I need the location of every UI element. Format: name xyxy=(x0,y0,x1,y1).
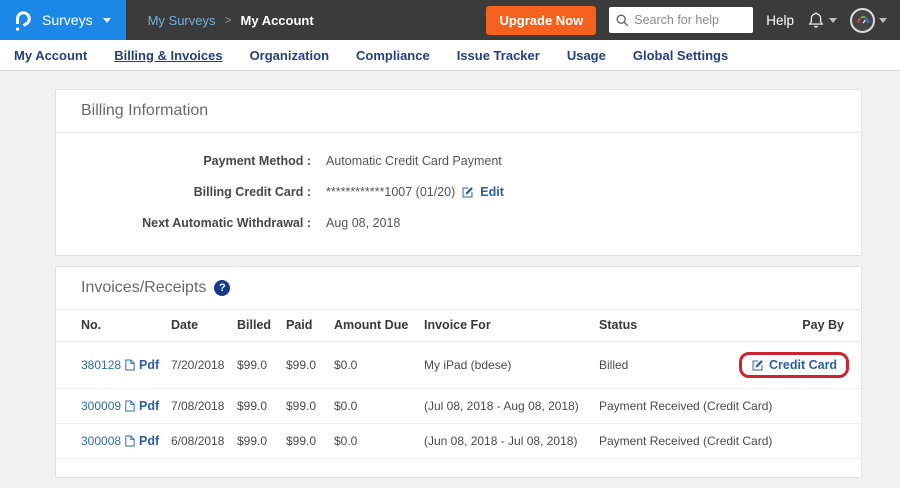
invoice-amount-due: $0.0 xyxy=(334,424,424,459)
col-amount-due: Amount Due xyxy=(334,310,424,342)
help-search[interactable] xyxy=(609,7,753,33)
payment-method-row: Payment Method : Automatic Credit Card P… xyxy=(56,146,861,177)
billing-fields: Payment Method : Automatic Credit Card P… xyxy=(56,133,861,255)
highlight-annotation: Credit Card xyxy=(739,352,849,378)
field-label: Payment Method : xyxy=(56,154,311,168)
tab-usage[interactable]: Usage xyxy=(567,48,606,63)
invoice-billed: $99.0 xyxy=(237,389,286,424)
col-no: No. xyxy=(56,310,171,342)
col-date: Date xyxy=(171,310,237,342)
col-paid: Paid xyxy=(286,310,334,342)
invoice-number-link[interactable]: 300008 xyxy=(81,434,121,448)
product-switcher[interactable]: Surveys xyxy=(0,0,126,40)
invoice-paid: $99.0 xyxy=(286,389,334,424)
tab-billing-invoices[interactable]: Billing & Invoices xyxy=(114,48,222,63)
upgrade-now-button[interactable]: Upgrade Now xyxy=(486,6,596,35)
pdf-link[interactable]: Pdf xyxy=(139,399,159,413)
card-title: Billing Information xyxy=(81,102,208,120)
search-icon xyxy=(616,14,629,27)
table-row: 380128 Pdf 7/20/2018 $99.0 $99 xyxy=(56,342,861,389)
help-question-icon[interactable]: ? xyxy=(214,280,230,296)
pdf-file-icon xyxy=(125,359,135,371)
bell-icon xyxy=(807,11,825,30)
pdf-file-icon xyxy=(125,435,135,447)
invoices-receipts-header: Invoices/Receipts ? xyxy=(56,267,861,310)
col-pay-by: Pay By xyxy=(739,310,861,342)
invoice-amount-due: $0.0 xyxy=(334,389,424,424)
invoices-receipts-card: Invoices/Receipts ? No. Date Billed Paid… xyxy=(55,266,862,478)
invoice-number-link[interactable]: 300009 xyxy=(81,399,121,413)
invoice-status: Billed xyxy=(599,342,739,389)
invoice-amount-due: $0.0 xyxy=(334,342,424,389)
col-invoice-for: Invoice For xyxy=(424,310,599,342)
field-value: ************1007 (01/20) Edit xyxy=(326,185,504,199)
card-bottom-padding xyxy=(56,459,861,477)
topbar-right: Upgrade Now Help xyxy=(486,6,900,35)
tab-my-account[interactable]: My Account xyxy=(14,48,87,63)
card-title: Invoices/Receipts xyxy=(81,279,206,297)
pdf-file-icon xyxy=(125,400,135,412)
invoice-for: (Jun 08, 2018 - Jul 08, 2018) xyxy=(424,424,599,459)
billing-information-card: Billing Information Payment Method : Aut… xyxy=(55,89,862,256)
invoice-pay-by: Credit Card xyxy=(739,342,861,389)
chevron-down-icon xyxy=(829,18,837,23)
search-input[interactable] xyxy=(634,13,746,27)
field-label: Billing Credit Card : xyxy=(56,185,311,199)
card-number-masked: ************1007 (01/20) xyxy=(326,185,455,199)
breadcrumb-current: My Account xyxy=(241,13,314,28)
invoice-billed: $99.0 xyxy=(237,424,286,459)
chevron-down-icon xyxy=(879,18,887,23)
invoice-date: 6/08/2018 xyxy=(171,424,237,459)
product-label: Surveys xyxy=(42,12,93,28)
breadcrumb-my-surveys[interactable]: My Surveys xyxy=(148,13,216,28)
invoices-table: No. Date Billed Paid Amount Due Invoice … xyxy=(56,310,861,459)
questionpro-logo-icon xyxy=(11,8,32,32)
topbar: Surveys My Surveys > My Account Upgrade … xyxy=(0,0,900,40)
tab-global-settings[interactable]: Global Settings xyxy=(633,48,728,63)
invoice-for: (Jul 08, 2018 - Aug 08, 2018) xyxy=(424,389,599,424)
account-menu[interactable] xyxy=(850,8,887,33)
invoice-date: 7/20/2018 xyxy=(171,342,237,389)
table-row: 300009 Pdf 7/08/2018 $99.0 $99 xyxy=(56,389,861,424)
next-withdrawal-row: Next Automatic Withdrawal : Aug 08, 2018 xyxy=(56,208,861,239)
field-value: Automatic Credit Card Payment xyxy=(326,154,502,168)
edit-card-link[interactable]: Edit xyxy=(480,185,504,199)
invoice-billed: $99.0 xyxy=(237,342,286,389)
invoice-paid: $99.0 xyxy=(286,424,334,459)
invoice-paid: $99.0 xyxy=(286,342,334,389)
pay-by-label[interactable]: Credit Card xyxy=(769,358,837,372)
field-label: Next Automatic Withdrawal : xyxy=(56,216,311,230)
tab-compliance[interactable]: Compliance xyxy=(356,48,430,63)
tab-issue-tracker[interactable]: Issue Tracker xyxy=(457,48,540,63)
chevron-down-icon xyxy=(103,18,111,23)
avatar xyxy=(850,8,875,33)
col-billed: Billed xyxy=(237,310,286,342)
table-header-row: No. Date Billed Paid Amount Due Invoice … xyxy=(56,310,861,342)
billing-credit-card-row: Billing Credit Card : ************1007 (… xyxy=(56,177,861,208)
pdf-link[interactable]: Pdf xyxy=(139,434,159,448)
table-row: 300008 Pdf 6/08/2018 $99.0 $99 xyxy=(56,424,861,459)
invoice-date: 7/08/2018 xyxy=(171,389,237,424)
edit-pencil-icon[interactable] xyxy=(461,186,474,199)
account-nav: My Account Billing & Invoices Organizati… xyxy=(0,40,900,71)
breadcrumb: My Surveys > My Account xyxy=(148,13,314,28)
pay-by-credit-card-link[interactable]: Credit Card xyxy=(751,358,837,372)
col-status: Status xyxy=(599,310,739,342)
tab-organization[interactable]: Organization xyxy=(250,48,329,63)
edit-pencil-icon xyxy=(751,359,764,372)
billing-information-header: Billing Information xyxy=(56,90,861,133)
notifications-menu[interactable] xyxy=(807,11,837,30)
invoice-status: Payment Received (Credit Card) xyxy=(599,424,739,459)
field-value: Aug 08, 2018 xyxy=(326,216,400,230)
pdf-link[interactable]: Pdf xyxy=(139,358,159,372)
invoice-number-link[interactable]: 380128 xyxy=(81,358,121,372)
help-link[interactable]: Help xyxy=(766,13,794,28)
invoice-for: My iPad (bdese) xyxy=(424,342,599,389)
invoice-status: Payment Received (Credit Card) xyxy=(599,389,739,424)
breadcrumb-separator: > xyxy=(224,13,231,27)
page-content: Billing Information Payment Method : Aut… xyxy=(0,71,900,478)
